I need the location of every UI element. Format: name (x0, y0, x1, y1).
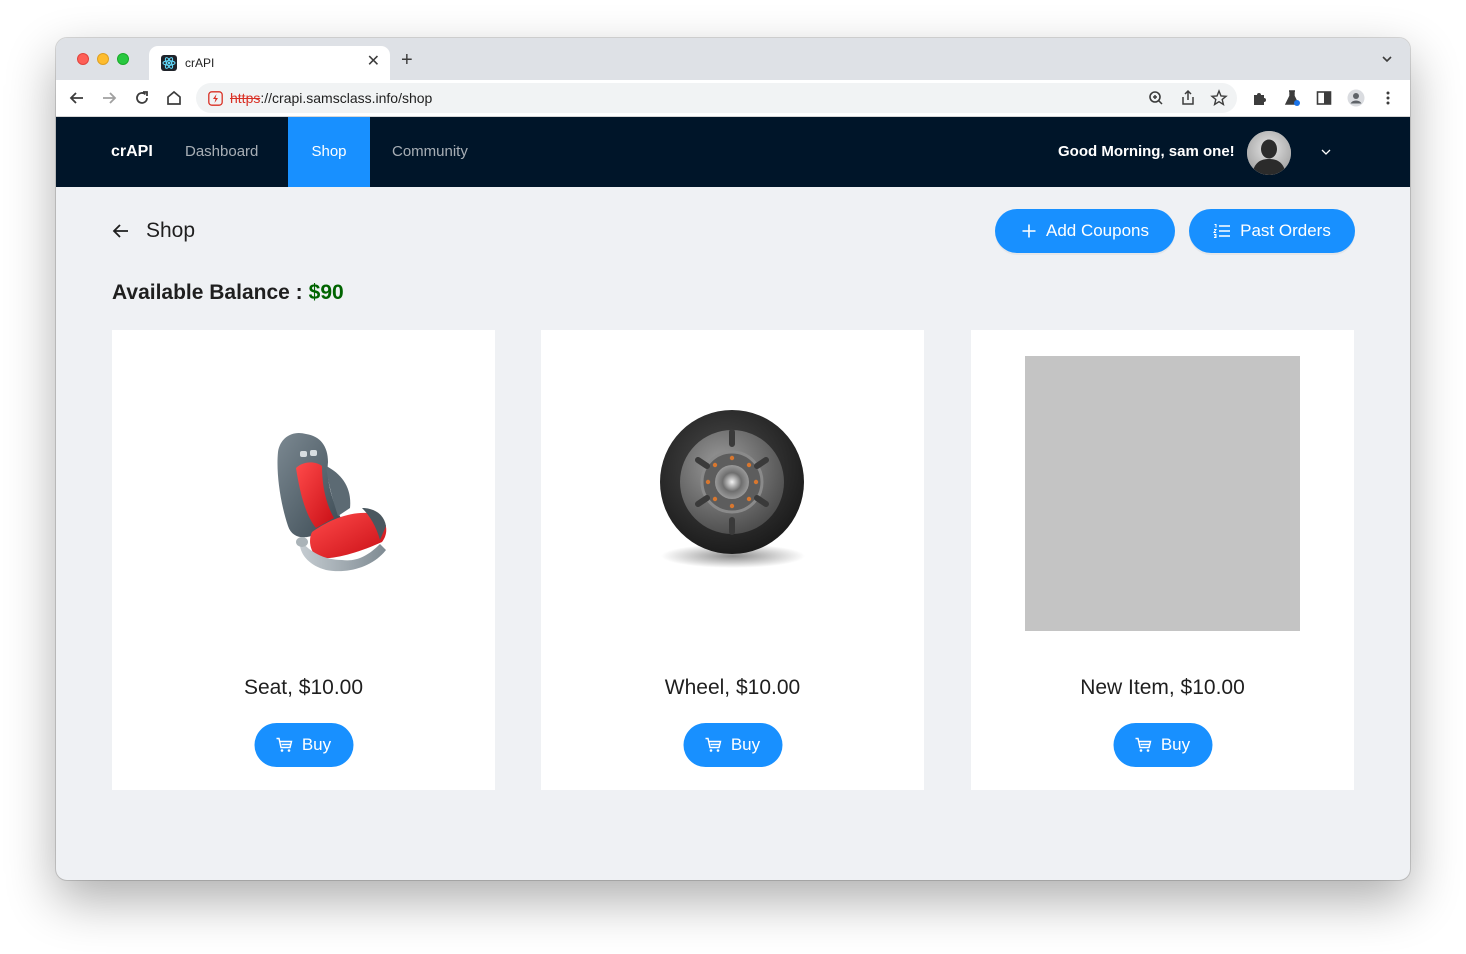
tab-strip: crAPI ✕ + (56, 38, 1410, 80)
chevron-down-icon[interactable] (1380, 52, 1394, 66)
browser-tab[interactable]: crAPI ✕ (149, 46, 390, 80)
browser-toolbar: https://crapi.samsclass.info/shop (56, 80, 1410, 117)
brand-logo[interactable]: crAPI (111, 143, 153, 161)
zoom-icon[interactable] (1147, 89, 1165, 107)
product-title: New Item, $10.00 (1080, 676, 1245, 699)
buy-button[interactable]: Buy (1113, 723, 1212, 767)
past-orders-button[interactable]: Past Orders (1189, 209, 1355, 253)
product-card: Seat, $10.00 Buy (112, 330, 495, 790)
page-title: Shop (146, 219, 196, 242)
avatar[interactable] (1247, 131, 1291, 175)
product-card: New Item, $10.00 Buy (971, 330, 1354, 790)
not-secure-icon[interactable] (208, 91, 223, 106)
maximize-window-button[interactable] (117, 53, 129, 65)
back-icon[interactable] (68, 89, 86, 107)
close-window-button[interactable] (77, 53, 89, 65)
url-text: https://crapi.samsclass.info/shop (230, 90, 433, 106)
nav-community[interactable]: Community (392, 117, 468, 187)
react-icon (161, 55, 177, 71)
side-panel-icon[interactable] (1315, 89, 1333, 107)
buy-label: Buy (730, 735, 761, 754)
placeholder-image (1025, 356, 1300, 631)
add-coupons-label: Add Coupons (1045, 221, 1150, 240)
labs-icon[interactable] (1283, 89, 1301, 107)
home-icon[interactable] (165, 89, 183, 107)
buy-label: Buy (301, 735, 332, 754)
buy-button[interactable]: Buy (254, 723, 353, 767)
forward-icon[interactable] (100, 89, 118, 107)
browser-window: crAPI ✕ + https://crapi.samsclass.info/s (56, 38, 1410, 880)
shopping-cart-icon (705, 737, 722, 752)
minimize-window-button[interactable] (97, 53, 109, 65)
menu-icon[interactable] (1379, 89, 1397, 107)
shopping-cart-icon (276, 737, 293, 752)
nav-dashboard[interactable]: Dashboard (185, 117, 258, 187)
tab-title: crAPI (185, 56, 215, 70)
nav-shop[interactable]: Shop (288, 117, 370, 187)
product-title: Wheel, $10.00 (664, 676, 801, 699)
product-title: Seat, $10.00 (243, 676, 364, 699)
car-seat-image (277, 432, 387, 572)
ordered-list-icon (1213, 224, 1231, 238)
product-card: Wheel, $10.00 Buy (541, 330, 924, 790)
buy-label: Buy (1160, 735, 1191, 754)
user-greeting: Good Morning, sam one! (1058, 143, 1235, 160)
buy-button[interactable]: Buy (683, 723, 782, 767)
share-icon[interactable] (1179, 89, 1197, 107)
back-arrow-icon[interactable] (111, 221, 131, 241)
app-navbar: crAPI Dashboard Shop Community Good Morn… (56, 117, 1410, 187)
available-balance: Available Balance : $90 (112, 281, 344, 305)
chevron-down-icon[interactable] (1320, 146, 1332, 158)
close-icon[interactable]: ✕ (367, 53, 380, 71)
past-orders-label: Past Orders (1240, 221, 1331, 240)
shopping-cart-icon (1135, 737, 1152, 752)
user-avatar-icon (1247, 131, 1291, 175)
balance-value: $90 (308, 281, 344, 304)
star-icon[interactable] (1210, 89, 1228, 107)
balance-label: Available Balance : (112, 281, 303, 304)
extensions-icon[interactable] (1251, 89, 1269, 107)
add-coupons-button[interactable]: Add Coupons (995, 209, 1175, 253)
wheel-image (660, 410, 805, 568)
address-bar[interactable]: https://crapi.samsclass.info/shop (196, 83, 1237, 113)
profile-icon[interactable] (1347, 89, 1365, 107)
plus-icon[interactable]: + (401, 50, 413, 70)
plus-icon (1022, 224, 1036, 238)
reload-icon[interactable] (133, 89, 151, 107)
